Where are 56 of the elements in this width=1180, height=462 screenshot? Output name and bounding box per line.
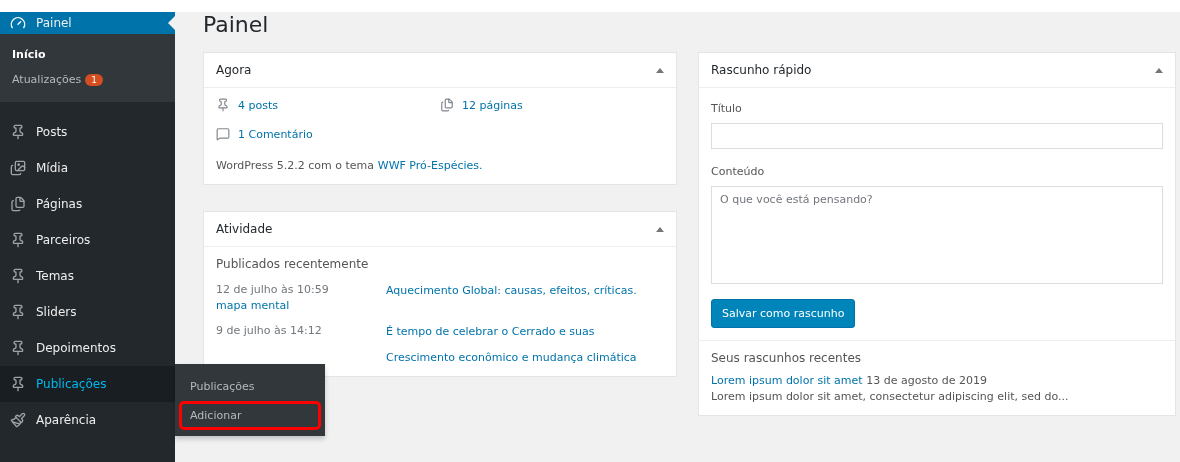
stat-link[interactable]: 4 posts [216, 98, 278, 112]
submenu-item[interactable]: Atualizações 1 [0, 67, 175, 92]
pin-icon [10, 124, 26, 140]
sidebar-item[interactable]: Depoimentos [0, 330, 175, 366]
pages-icon [10, 196, 26, 212]
update-count-badge: 1 [85, 73, 103, 86]
sidebar-item[interactable]: Posts [0, 114, 175, 150]
collapse-icon[interactable] [656, 67, 664, 73]
collapse-icon[interactable] [656, 226, 664, 232]
post-date: 9 de julho às 14:12 [216, 324, 323, 337]
flyout-item[interactable]: Publicações [179, 372, 321, 401]
pin-icon [10, 268, 26, 284]
panel-title: Agora [216, 63, 252, 77]
post-link[interactable]: Crescimento econômico e mudança climática [386, 351, 637, 364]
post-link[interactable]: mapa mental [216, 299, 386, 312]
pin-icon [10, 304, 26, 320]
pin-icon [10, 232, 26, 248]
gauge-icon [10, 15, 26, 31]
draft-link[interactable]: Lorem ipsum dolor sit amet [711, 374, 863, 387]
sidebar-item[interactable]: Aparência [0, 402, 175, 438]
sidebar-item[interactable]: Publicações [0, 366, 175, 402]
page-title: Painel [203, 12, 270, 38]
sidebar-item[interactable]: Páginas [0, 186, 175, 222]
sidebar-item[interactable]: Parceiros [0, 222, 175, 258]
collapse-icon[interactable] [1155, 67, 1163, 73]
comment-icon [216, 127, 230, 141]
sidebar-item[interactable]: Mídia [0, 150, 175, 186]
sidebar-item[interactable]: Temas [0, 258, 175, 294]
stat-link[interactable]: 12 páginas [440, 98, 523, 112]
draft-excerpt: Lorem ipsum dolor sit amet, consectetur adipiscing elit, sed do... [711, 390, 1070, 403]
pin-icon [10, 376, 26, 392]
title-input[interactable] [711, 123, 1163, 149]
draft-date: 13 de agosto de 2019 [866, 374, 988, 387]
flyout-item[interactable]: Adicionar [179, 401, 321, 430]
pin-icon [10, 340, 26, 356]
save-draft-button[interactable]: Salvar como rascunho [711, 299, 856, 328]
version-text: WordPress 5.2.2 com o tema [216, 159, 374, 172]
field-label: Título [711, 102, 743, 115]
sidebar-item[interactable]: Sliders [0, 294, 175, 330]
panel-title: Rascunho rápido [711, 63, 812, 77]
section-heading: Seus rascunhos recentes [711, 351, 862, 365]
post-link[interactable]: É tempo de celebrar o Cerrado e suas [386, 325, 595, 338]
sidebar-item[interactable]: Painel [0, 12, 175, 34]
theme-link[interactable]: WWF Pró-Espécies. [377, 159, 483, 172]
submenu-item[interactable]: Início [0, 42, 175, 67]
section-heading: Publicados recentemente [216, 257, 369, 271]
stat-link[interactable]: 1 Comentário [216, 127, 313, 141]
content-textarea[interactable]: O que você está pensando? [711, 186, 1163, 284]
field-label: Conteúdo [711, 165, 766, 178]
pin-icon [216, 98, 230, 112]
panel-title: Atividade [216, 222, 273, 236]
pages-icon [440, 98, 454, 112]
brush-icon [10, 412, 26, 428]
media-icon [10, 160, 26, 176]
post-link[interactable]: Aquecimento Global: causas, efeitos, críticas. [386, 284, 637, 297]
post-date: 12 de julho às 10:59 [216, 283, 330, 296]
